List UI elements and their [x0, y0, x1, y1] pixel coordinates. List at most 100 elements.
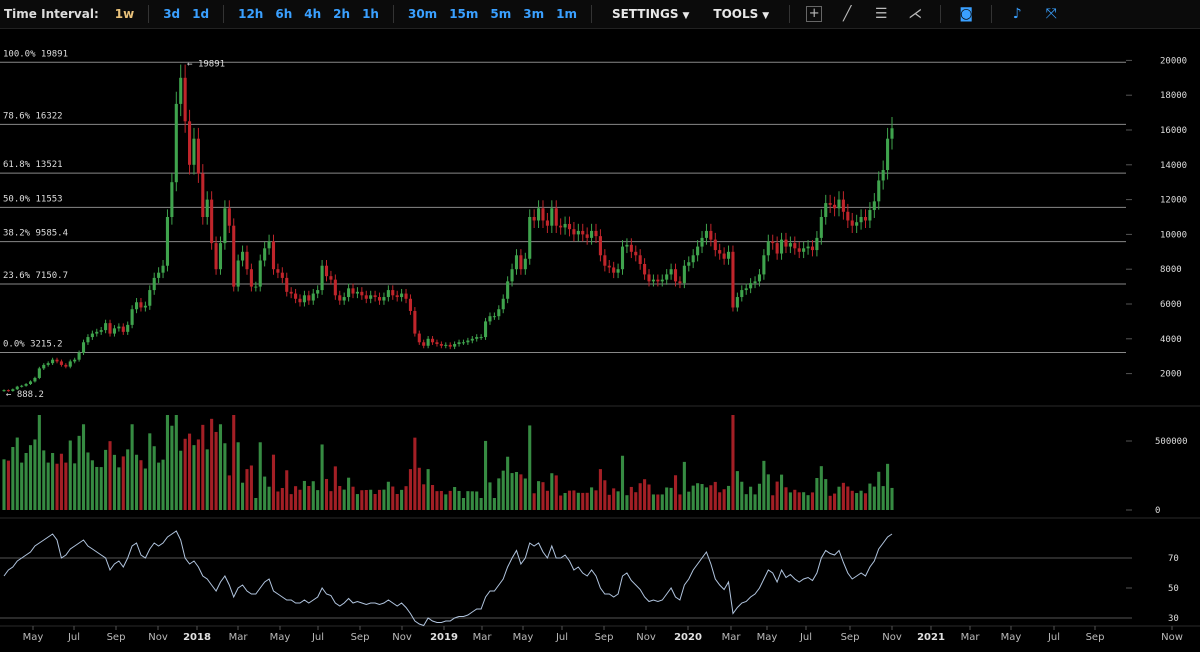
volume-bar [223, 443, 227, 510]
candle-body [196, 138, 200, 174]
volume-bar [740, 481, 744, 510]
volume-bar [435, 491, 439, 510]
candle-body [95, 331, 99, 334]
volume-bar [11, 447, 15, 510]
trendline-icon[interactable]: ╱ [838, 6, 856, 22]
candle-body [846, 211, 850, 221]
candle-body [99, 330, 103, 332]
candle-body [435, 342, 439, 345]
time-tick-label: Mar [229, 632, 249, 643]
rsi-tick-label: 30 [1168, 614, 1179, 624]
volume-bar [24, 453, 28, 510]
fullscreen-icon[interactable]: ⤧ [1042, 6, 1060, 22]
interval-5m[interactable]: 5m [490, 7, 511, 21]
candle-body [828, 203, 832, 205]
interval-1d[interactable]: 1d [192, 7, 209, 21]
volume-bar [567, 490, 572, 510]
fib-level-label: 78.6% 16322 [3, 111, 63, 121]
candle-body [775, 243, 779, 254]
candle-body [868, 210, 872, 221]
candle-body [819, 217, 823, 238]
candle-body [298, 298, 302, 303]
interval-1h[interactable]: 1h [362, 7, 379, 21]
price-tick-label: 2000 [1160, 370, 1182, 380]
candle-body [444, 344, 448, 346]
camera-icon[interactable]: ◙ [957, 6, 975, 22]
candle-body [810, 246, 815, 251]
volume-bar [620, 455, 625, 510]
interval-12h[interactable]: 12h [238, 7, 263, 21]
candle-body [673, 269, 678, 282]
candle-body [404, 293, 408, 299]
candle-body [581, 230, 585, 235]
candle-body [563, 223, 567, 228]
volume-bar [90, 460, 94, 510]
volume-bar [797, 492, 801, 510]
fib-level-label: 100.0% 19891 [3, 49, 68, 59]
volume-bar [117, 467, 121, 510]
interval-2h[interactable]: 2h [333, 7, 350, 21]
candle-body [731, 251, 735, 308]
horizontal-lines-icon[interactable]: ☰ [872, 6, 890, 22]
candle-body [117, 326, 121, 329]
candle-body [475, 337, 479, 339]
volume-bar [258, 442, 262, 510]
volume-bar [660, 494, 664, 510]
volume-bar [598, 469, 602, 510]
candle-body [757, 274, 762, 282]
price-chart[interactable]: 2000 4000 6000 8000 10000 12000 14000 16000 1800… [0, 28, 1200, 652]
price-tick-label: 6000 [1160, 300, 1182, 310]
interval-1m[interactable]: 1m [556, 7, 577, 21]
volume-bar [700, 484, 704, 510]
interval-6h[interactable]: 6h [275, 7, 292, 21]
candle-body [59, 361, 63, 365]
tools-menu[interactable]: TOOLS ▼ [713, 7, 769, 21]
volume-bar [603, 480, 607, 510]
candle-body [634, 251, 638, 256]
candle-body [850, 220, 854, 226]
volume-bar [461, 498, 466, 510]
candle-body [691, 255, 695, 263]
candle-body [793, 243, 797, 249]
interval-15m[interactable]: 15m [449, 7, 478, 21]
candle-body [886, 138, 890, 171]
candle-body [130, 309, 134, 325]
time-tick-label: May [1001, 632, 1022, 643]
candle-body [466, 340, 470, 343]
volume-bar [523, 478, 527, 510]
candle-body [638, 255, 642, 264]
candle-body [550, 208, 554, 226]
interval-30m[interactable]: 30m [408, 7, 437, 21]
settings-menu[interactable]: SETTINGS ▼ [612, 7, 689, 21]
volume-bar [134, 454, 139, 510]
candle-body [422, 342, 426, 346]
candle-body [797, 248, 801, 252]
candle-body [236, 260, 240, 287]
bell-icon[interactable]: ♪ [1008, 6, 1026, 22]
price-tick-label: 16000 [1160, 126, 1187, 136]
candle-body [881, 170, 885, 181]
volume-bar [691, 485, 695, 510]
candle-body [249, 269, 253, 287]
volume-bar [612, 488, 616, 510]
volume-bar [104, 449, 108, 510]
interval-4h[interactable]: 4h [304, 7, 321, 21]
candle-body [541, 208, 545, 221]
candle-body [329, 276, 333, 280]
crosshair-icon[interactable]: + [806, 6, 823, 22]
interval-3m[interactable]: 3m [523, 7, 544, 21]
candle-body [161, 265, 165, 273]
rsi-tick-label: 70 [1168, 554, 1179, 564]
volume-bar [541, 482, 545, 510]
volume-bar [143, 468, 147, 510]
candle-body [841, 199, 845, 212]
fan-icon[interactable]: ⋌ [906, 6, 924, 22]
candle-body [86, 337, 90, 343]
candle-body [603, 255, 607, 266]
interval-3d[interactable]: 3d [163, 7, 180, 21]
candle-body [709, 230, 713, 240]
volume-bar [643, 479, 647, 510]
interval-1w[interactable]: 1w [115, 7, 134, 21]
candle-body [585, 234, 589, 238]
time-interval-label: Time Interval: [4, 7, 99, 21]
